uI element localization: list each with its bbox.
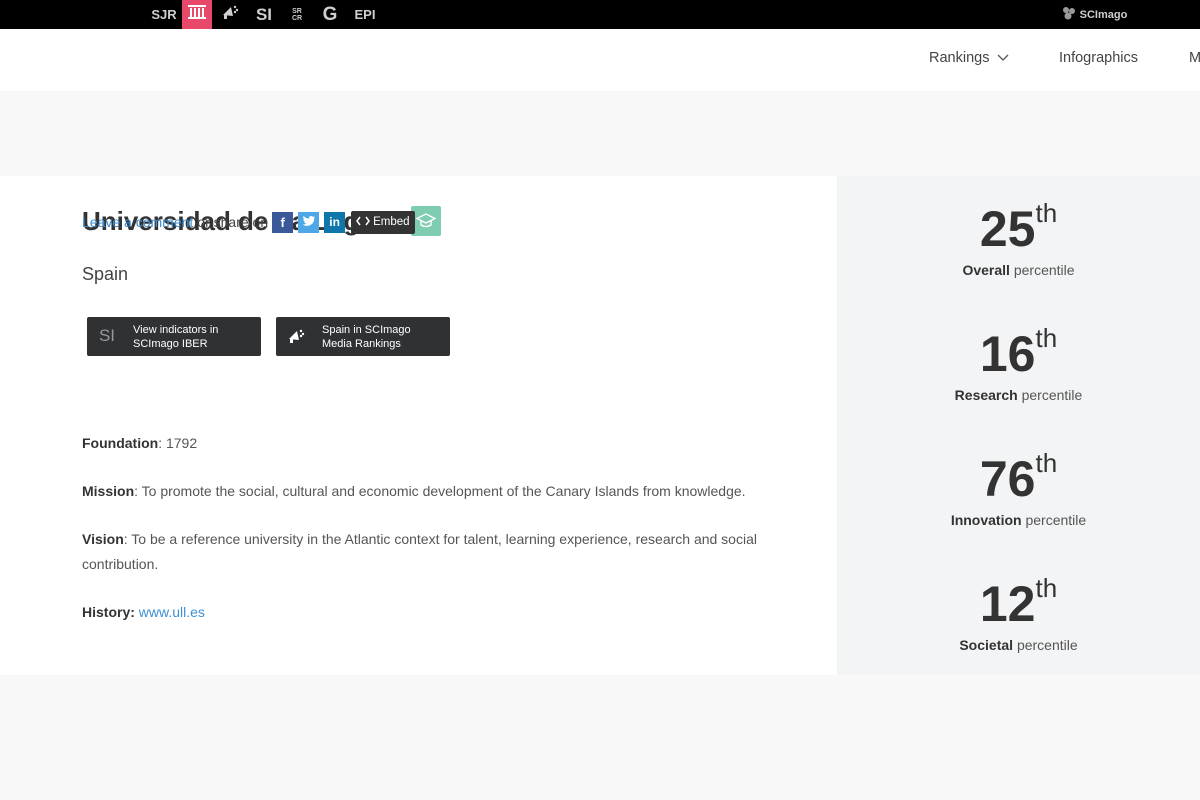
institution-building-icon [187,4,207,25]
nav-bar: Rankings Infographics M [0,29,1200,91]
mission-label: Mission [82,483,135,499]
code-icon [356,216,371,229]
media-rankings-label: Spain in SCImago Media Rankings [322,324,411,350]
percentile-value: 12 [979,576,1036,632]
percentile-suffix: th [1035,573,1058,603]
percentile-label: Societal percentile [837,637,1200,653]
percentile-label-bold: Societal [959,637,1014,653]
foundation-label: Foundation [82,435,159,451]
scimago-brand[interactable]: SCImago [1054,0,1134,29]
history-link[interactable]: www.ull.es [139,604,205,620]
innovation-percentile: 76th Innovation percentile [837,448,1200,528]
view-iber-label: View indicators in SCImago IBER [133,324,219,350]
percentile-label: Innovation percentile [837,512,1200,528]
leave-comment-link[interactable]: Leave a comment [82,214,193,230]
twitter-icon [302,215,316,230]
country-label: Spain [82,264,129,284]
percentile-suffix: th [1035,198,1058,228]
nav-rankings-label: Rankings [929,50,990,66]
percentile-suffix: th [1035,323,1058,353]
vision-value: : To be a reference university in the At… [82,531,757,572]
percentile-label: Overall percentile [837,262,1200,278]
share-row: Leave a comment or share on f in Embed [82,210,415,234]
percentile-label: Research percentile [837,387,1200,403]
si-logo-icon: SI [98,326,116,345]
percentile-word: percentile [1013,262,1075,278]
g-link[interactable]: G [318,0,342,29]
percentile-word: percentile [1016,637,1078,653]
percentile-value: 25 [979,201,1036,257]
view-iber-button[interactable]: SI View indicators in SCImago IBER [87,317,261,356]
research-percentile: 16th Research percentile [837,323,1200,403]
megaphone-icon [285,325,307,347]
scimago-logo-icon [1061,5,1077,24]
percentile-word: percentile [1025,512,1087,528]
sjr-link[interactable]: SJR [150,0,178,29]
linkedin-share-button[interactable]: in [324,211,346,233]
history-label: History: [82,604,135,620]
cr-text: CR [291,14,303,22]
percentile-label-bold: Overall [962,262,1010,278]
history-info: History: www.ull.es [82,600,205,625]
mission-info: Mission: To promote the social, cultural… [82,479,746,504]
societal-percentile: 12th Societal percentile [837,573,1200,653]
percentile-value: 76 [979,451,1036,507]
embed-label: Embed [373,216,410,228]
facebook-share-button[interactable]: f [272,211,294,233]
epi-link[interactable]: EPI [352,0,378,29]
mission-value: : To promote the social, cultural and ec… [134,483,746,499]
scimago-brand-text: SCImago [1079,8,1128,21]
embed-button[interactable]: Embed [351,210,415,234]
foundation-info: Foundation: 1792 [82,431,197,456]
percentile-word: percentile [1021,387,1083,403]
overall-percentile: 25th Overall percentile [837,198,1200,278]
sr-text: SR [292,7,302,15]
chevron-down-icon [997,50,1009,66]
percentile-label-bold: Research [954,387,1018,403]
twitter-share-button[interactable] [298,211,320,233]
srcr-link[interactable]: SR CR [288,0,306,29]
si-link[interactable]: SI [252,0,276,29]
megaphone-icon [221,4,239,25]
vision-label: Vision [82,531,124,547]
institutions-link[interactable] [182,0,212,29]
vision-info: Vision: To be a reference university in … [82,527,782,577]
nav-infographics[interactable]: Infographics [1059,50,1138,66]
nav-more[interactable]: M [1189,50,1200,66]
percentile-suffix: th [1035,448,1058,478]
media-rankings-button[interactable]: Spain in SCImago Media Rankings [276,317,450,356]
media-rankings-link[interactable] [218,0,242,29]
graduation-cap-icon [411,206,441,236]
foundation-value: : 1792 [158,435,198,451]
percentile-value: 16 [979,326,1036,382]
top-bar: SJR SI SR CR G EPI SCImago [0,0,1200,29]
share-text: or share on [197,214,269,230]
nav-rankings[interactable]: Rankings [929,50,1009,66]
percentile-label-bold: Innovation [950,512,1022,528]
